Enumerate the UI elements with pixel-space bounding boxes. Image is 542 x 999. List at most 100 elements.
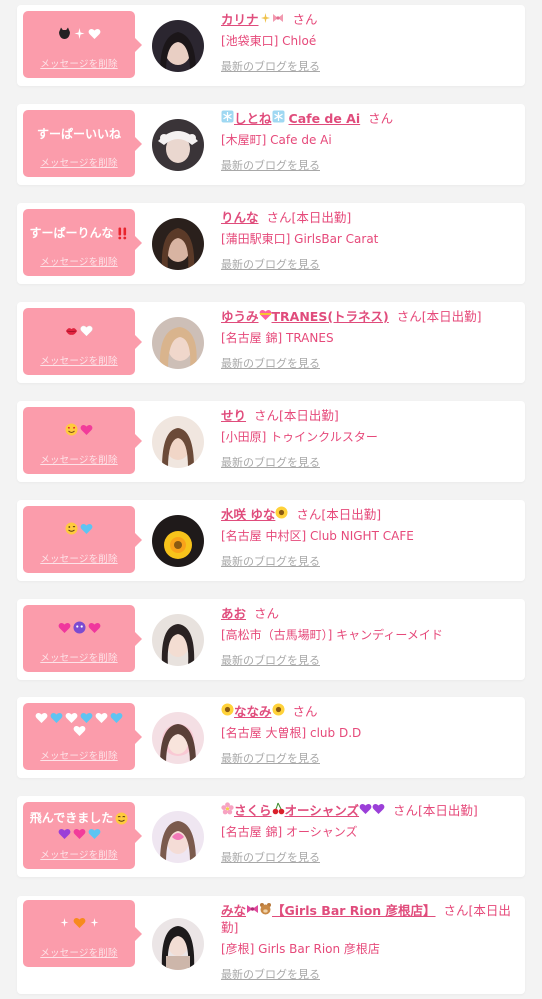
sparkle-icon <box>58 916 71 929</box>
delete-message-link[interactable]: メッセージを削除 <box>23 254 135 268</box>
latest-blog-link[interactable]: 最新のブログを見る <box>221 654 521 668</box>
message-bubble: メッセージを削除 <box>23 506 142 573</box>
snowflake-icon <box>221 110 234 123</box>
exclamation-icon <box>116 227 129 240</box>
heart-icon <box>88 621 101 634</box>
smile-icon <box>65 423 78 436</box>
message-card: メッセージを削除 水咲 ゆな さん[本日出勤] [名古屋 中村区] Club NI… <box>17 500 525 581</box>
girl-name-shop[interactable]: 【Girls Bar Rion 彦根店】 <box>272 903 436 918</box>
girl-name[interactable]: さくら <box>234 803 272 818</box>
heart-icon <box>80 423 93 436</box>
message-content: 飛んできました <box>23 810 135 840</box>
heart-icon <box>80 711 93 724</box>
shop-info: [彦根] Girls Bar Rion 彦根店 <box>221 942 380 956</box>
delete-message-link[interactable]: メッセージを削除 <box>23 155 135 169</box>
cat-icon <box>58 27 71 40</box>
heart-icon <box>372 803 385 816</box>
heart-icon <box>50 711 63 724</box>
girl-name[interactable]: 水咲 ゆな <box>221 507 275 522</box>
face-icon <box>73 621 86 634</box>
message-content <box>23 324 135 337</box>
honorific: さん <box>396 309 422 324</box>
latest-blog-link[interactable]: 最新のブログを見る <box>221 851 521 865</box>
smile-icon <box>115 812 128 825</box>
message-content <box>23 423 135 436</box>
avatar[interactable] <box>152 317 204 369</box>
avatar[interactable] <box>152 712 204 764</box>
delete-message-link[interactable]: メッセージを削除 <box>23 56 135 70</box>
latest-blog-link[interactable]: 最新のブログを見る <box>221 357 521 371</box>
delete-message-link[interactable]: メッセージを削除 <box>23 551 135 565</box>
message-content <box>23 522 135 535</box>
message-card: すーぱーいいね メッセージを削除 しとね Cafe de Ai さん [木屋町] C… <box>17 104 525 185</box>
honorific: さん <box>254 606 280 621</box>
girl-name-shop[interactable]: TRANES(トラネス) <box>272 309 389 324</box>
heart-icon <box>65 711 78 724</box>
girl-name[interactable]: しとね <box>234 111 272 126</box>
heart-icon <box>73 724 86 737</box>
name-line: せり さん[本日出勤] <box>221 407 521 424</box>
latest-blog-link[interactable]: 最新のブログを見る <box>221 456 521 470</box>
message-card: メッセージを削除 せり さん[本日出勤] [小田原] トゥインクルスター 最新のブ… <box>17 401 525 482</box>
shop-info: [名古屋 錦] オーシャンズ <box>221 825 358 839</box>
heart-icon <box>259 309 272 322</box>
latest-blog-link[interactable]: 最新のブログを見る <box>221 555 521 569</box>
message-info: さくら オーシャンズ さん[本日出勤] [名古屋 錦] オーシャンズ 最新のブログを… <box>221 802 521 865</box>
message-bubble: 飛んできました メッセージを削除 <box>23 802 142 869</box>
honorific: さん <box>368 111 394 126</box>
avatar[interactable] <box>152 811 204 863</box>
shop-info: [名古屋 大曽根] club D.D <box>221 726 362 740</box>
delete-message-link[interactable]: メッセージを削除 <box>23 847 135 861</box>
heart-icon <box>359 803 372 816</box>
honorific: さん <box>443 903 469 918</box>
girl-name-shop[interactable]: Cafe de Ai <box>289 111 361 126</box>
message-info: あお さん [高松市（古馬場町）] キャンディーメイド 最新のブログを見る <box>221 605 521 668</box>
delete-message-link[interactable]: メッセージを削除 <box>23 945 135 959</box>
girl-name[interactable]: ななみ <box>234 704 272 719</box>
work-status: [本日出勤] <box>279 408 339 423</box>
latest-blog-link[interactable]: 最新のブログを見る <box>221 159 521 173</box>
bear-icon <box>259 902 272 915</box>
message-list: メッセージを削除 カリナ さん [池袋東口] Chloé 最新のブログを見る すー… <box>0 0 542 999</box>
shop-info: [高松市（古馬場町）] キャンディーメイド <box>221 628 443 642</box>
latest-blog-link[interactable]: 最新のブログを見る <box>221 968 521 982</box>
delete-message-link[interactable]: メッセージを削除 <box>23 650 135 664</box>
message-card: メッセージを削除 ななみ さん [名古屋 大曽根] club D.D 最新のブログ… <box>17 697 525 778</box>
girl-name[interactable]: ゆうみ <box>221 309 259 324</box>
latest-blog-link[interactable]: 最新のブログを見る <box>221 258 521 272</box>
avatar[interactable] <box>152 20 204 72</box>
honorific: さん <box>393 803 419 818</box>
avatar[interactable] <box>152 614 204 666</box>
girl-name[interactable]: カリナ <box>221 12 259 27</box>
avatar[interactable] <box>152 515 204 567</box>
name-line: カリナ さん <box>221 11 521 28</box>
delete-message-link[interactable]: メッセージを削除 <box>23 748 135 762</box>
heart-icon <box>95 711 108 724</box>
heart-icon <box>73 827 86 840</box>
name-line: みな 【Girls Bar Rion 彦根店】 さん[本日出勤] <box>221 902 521 936</box>
latest-blog-link[interactable]: 最新のブログを見る <box>221 752 521 766</box>
message-content: すーぱーりんな <box>23 225 135 242</box>
latest-blog-link[interactable]: 最新のブログを見る <box>221 60 521 74</box>
delete-message-link[interactable]: メッセージを削除 <box>23 452 135 466</box>
message-info: ゆうみ TRANES(トラネス) さん[本日出勤] [名古屋 錦] TRANES 最… <box>221 308 521 371</box>
avatar[interactable] <box>152 119 204 171</box>
avatar[interactable] <box>152 918 204 970</box>
message-bubble: メッセージを削除 <box>23 11 142 78</box>
avatar[interactable] <box>152 416 204 468</box>
girl-name[interactable]: あお <box>221 606 246 621</box>
name-line: ゆうみ TRANES(トラネス) さん[本日出勤] <box>221 308 521 325</box>
message-card: メッセージを削除 ゆうみ TRANES(トラネス) さん[本日出勤] [名古屋 錦]… <box>17 302 525 383</box>
girl-name-shop[interactable]: オーシャンズ <box>285 803 360 818</box>
heart-icon <box>110 711 123 724</box>
heart-icon <box>35 711 48 724</box>
message-text: 飛んできました <box>29 811 114 825</box>
shop-info: [名古屋 中村区] Club NIGHT CAFE <box>221 529 414 543</box>
girl-name[interactable]: みな <box>221 903 246 918</box>
message-info: みな 【Girls Bar Rion 彦根店】 さん[本日出勤] [彦根] Girl… <box>221 902 521 982</box>
girl-name[interactable]: せり <box>221 408 246 423</box>
message-bubble: メッセージを削除 <box>23 308 142 375</box>
delete-message-link[interactable]: メッセージを削除 <box>23 353 135 367</box>
avatar[interactable] <box>152 218 204 270</box>
girl-name[interactable]: りんな <box>221 210 259 225</box>
